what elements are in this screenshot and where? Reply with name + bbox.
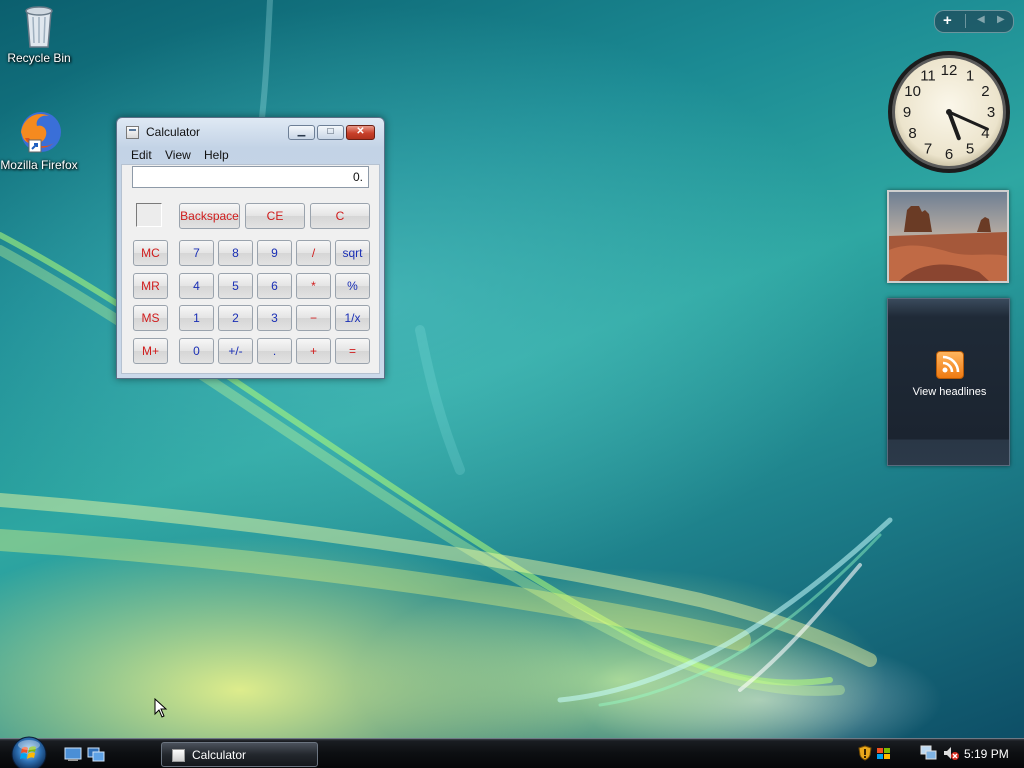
maximize-button[interactable]: □ [317,125,344,140]
taskbar-clock[interactable]: 5:19 PM [964,747,1009,761]
clock-numeral: 3 [987,104,995,121]
firefox-icon [21,112,61,153]
subtract-button[interactable]: − [296,305,331,331]
clock-numeral: 1 [966,68,974,85]
clock-numeral: 12 [941,62,958,79]
digit-1-button[interactable]: 1 [179,305,214,331]
memory-clear-button[interactable]: MC [133,240,168,266]
firefox-label: Mozilla Firefox [0,158,78,172]
digit-0-button[interactable]: 0 [179,338,214,364]
digit-4-button[interactable]: 4 [179,273,214,299]
digit-5-button[interactable]: 5 [218,273,253,299]
windows-start-orb[interactable] [8,734,50,768]
menu-edit[interactable]: Edit [131,148,152,162]
clock-numeral: 6 [945,146,953,163]
clear-button[interactable]: C [310,203,370,229]
sign-toggle-button[interactable]: +/- [218,338,253,364]
clock-gadget[interactable]: 12 1234567891011 [886,49,1012,175]
percent-button[interactable]: % [335,273,370,299]
add-gadget-button[interactable]: + [943,12,952,30]
equals-button[interactable]: = [335,338,370,364]
multiply-button[interactable]: * [296,273,331,299]
digit-7-button[interactable]: 7 [179,240,214,266]
sqrt-button[interactable]: sqrt [335,240,370,266]
digit-8-button[interactable]: 8 [218,240,253,266]
digit-9-button[interactable]: 9 [257,240,292,266]
clock-numeral: 9 [903,104,911,121]
clock-numeral: 11 [920,68,936,85]
calculator-titlebar[interactable]: Calculator ▁ □ ✕ [117,118,384,146]
clock-numeral: 7 [924,140,932,157]
close-button[interactable]: ✕ [346,125,375,140]
rss-icon [936,351,964,379]
calculator-body: 0. Backspace CE C MC MR MS M+ 7 8 9 / sq… [121,164,380,374]
network-icon[interactable] [920,745,938,761]
minimize-button[interactable]: ▁ [288,125,315,140]
mouse-cursor-icon [154,698,168,718]
recycle-bin-label: Recycle Bin [7,51,71,65]
window-title: Calculator [146,125,201,139]
calculator-icon [126,126,139,139]
system-tray: 5:19 PM [852,739,1024,768]
menu-bar: Edit View Help [121,146,380,164]
clock-numeral: 8 [908,125,916,142]
taskbar: Calculator 5:19 PM [0,736,1024,768]
sidebar-controls: + ◀ ▶ [934,10,1014,33]
slideshow-gadget[interactable] [887,190,1009,283]
feed-headlines-gadget[interactable]: View headlines [887,298,1010,466]
calculator-icon [172,749,185,762]
digit-3-button[interactable]: 3 [257,305,292,331]
calculator-display: 0. [132,166,369,188]
add-button[interactable]: + [296,338,331,364]
previous-gadgets-button[interactable]: ◀ [977,14,985,25]
windows-update-icon[interactable] [876,745,892,761]
desktop[interactable]: Recycle Bin Mozilla Firefox Calculator ▁… [0,0,1024,768]
memory-add-button[interactable]: M+ [133,338,168,364]
view-headlines-link[interactable]: View headlines [888,386,1011,398]
taskbar-button-calculator[interactable]: Calculator [161,742,318,767]
switch-windows-icon[interactable] [87,747,105,762]
security-shield-icon[interactable] [858,745,872,761]
memory-recall-button[interactable]: MR [133,273,168,299]
decimal-point-button[interactable]: . [257,338,292,364]
clock-numeral: 5 [966,140,974,157]
memory-indicator [136,203,162,227]
digit-6-button[interactable]: 6 [257,273,292,299]
clock-numeral: 10 [904,83,921,100]
digit-2-button[interactable]: 2 [218,305,253,331]
reciprocal-button[interactable]: 1/x [335,305,370,331]
recycle-bin-icon [25,6,53,48]
clock-numeral: 2 [981,83,989,100]
sidebar-divider [965,14,966,28]
show-desktop-icon[interactable] [64,747,82,762]
menu-view[interactable]: View [165,148,191,162]
volume-muted-icon[interactable] [942,745,960,761]
next-gadgets-button[interactable]: ▶ [997,14,1005,25]
recycle-bin-shortcut[interactable]: Recycle Bin [0,3,78,66]
desert-landscape-photo [889,192,1007,281]
divide-button[interactable]: / [296,240,331,266]
menu-help[interactable]: Help [204,148,229,162]
firefox-shortcut[interactable]: Mozilla Firefox [0,108,78,173]
backspace-button[interactable]: Backspace [179,203,240,229]
taskbar-button-label: Calculator [192,748,247,762]
calculator-window[interactable]: Calculator ▁ □ ✕ Edit View Help 0. Backs… [116,117,385,379]
clear-entry-button[interactable]: CE [245,203,305,229]
memory-store-button[interactable]: MS [133,305,168,331]
